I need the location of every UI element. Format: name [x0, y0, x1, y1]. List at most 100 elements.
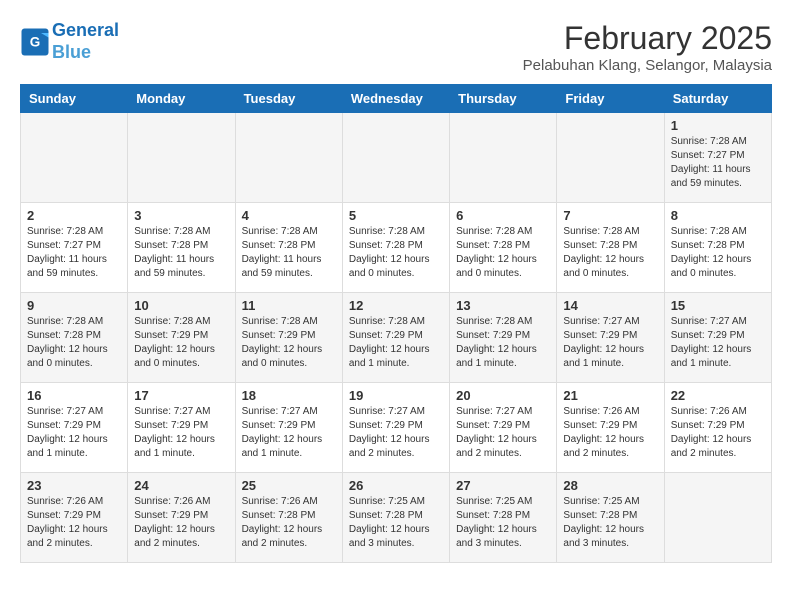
calendar-cell [342, 113, 449, 203]
calendar-cell: 16 Sunrise: 7:27 AM Sunset: 7:29 PM Dayli… [21, 383, 128, 473]
calendar-week-row: 23 Sunrise: 7:26 AM Sunset: 7:29 PM Dayli… [21, 473, 772, 563]
calendar-cell: 22Sunrise: 7:26 AM Sunset: 7:29 PM Dayli… [664, 383, 771, 473]
day-info: Sunrise: 7:28 AM Sunset: 7:28 PM Dayligh… [456, 225, 550, 281]
location-subtitle: Pelabuhan Klang, Selangor, Malaysia [523, 57, 772, 74]
day-number: 8 [671, 208, 765, 223]
day-number: 10 [134, 298, 228, 313]
calendar-cell: 13 Sunrise: 7:28 AM Sunset: 7:29 PM Dayli… [450, 293, 557, 383]
column-header-thursday: Thursday [450, 85, 557, 113]
calendar-cell: 23 Sunrise: 7:26 AM Sunset: 7:29 PM Dayli… [21, 473, 128, 563]
day-info: Sunrise: 7:28 AM Sunset: 7:27 PM Dayligh… [671, 135, 765, 191]
column-header-saturday: Saturday [664, 85, 771, 113]
day-info: Sunrise: 7:28 AM Sunset: 7:28 PM Dayligh… [242, 225, 336, 281]
calendar-cell: 17 Sunrise: 7:27 AM Sunset: 7:29 PM Dayli… [128, 383, 235, 473]
title-section: February 2025 Pelabuhan Klang, Selangor,… [523, 20, 772, 74]
day-number: 16 [27, 388, 121, 403]
day-info: Sunrise: 7:27 AM Sunset: 7:29 PM Dayligh… [671, 315, 765, 371]
day-info: Sunrise: 7:28 AM Sunset: 7:28 PM Dayligh… [671, 225, 765, 281]
logo-text: General Blue [52, 20, 119, 63]
day-number: 5 [349, 208, 443, 223]
day-info: Sunrise: 7:28 AM Sunset: 7:29 PM Dayligh… [456, 315, 550, 371]
day-info: Sunrise: 7:28 AM Sunset: 7:27 PM Dayligh… [27, 225, 121, 281]
day-number: 1 [671, 118, 765, 133]
logo-icon: G [20, 27, 50, 57]
day-info: Sunrise: 7:26 AM Sunset: 7:29 PM Dayligh… [563, 405, 657, 461]
day-number: 6 [456, 208, 550, 223]
calendar-cell [664, 473, 771, 563]
calendar-cell [235, 113, 342, 203]
day-info: Sunrise: 7:27 AM Sunset: 7:29 PM Dayligh… [242, 405, 336, 461]
day-info: Sunrise: 7:27 AM Sunset: 7:29 PM Dayligh… [27, 405, 121, 461]
calendar-cell: 20 Sunrise: 7:27 AM Sunset: 7:29 PM Dayli… [450, 383, 557, 473]
column-header-sunday: Sunday [21, 85, 128, 113]
calendar-cell: 11 Sunrise: 7:28 AM Sunset: 7:29 PM Dayli… [235, 293, 342, 383]
day-number: 7 [563, 208, 657, 223]
day-info: Sunrise: 7:26 AM Sunset: 7:29 PM Dayligh… [134, 495, 228, 551]
day-number: 20 [456, 388, 550, 403]
page-header: G General Blue February 2025 Pelabuhan K… [20, 20, 772, 74]
calendar-cell: 1 Sunrise: 7:28 AM Sunset: 7:27 PM Daylig… [664, 113, 771, 203]
day-number: 27 [456, 478, 550, 493]
day-number: 3 [134, 208, 228, 223]
day-info: Sunrise: 7:26 AM Sunset: 7:29 PM Dayligh… [671, 405, 765, 461]
day-number: 14 [563, 298, 657, 313]
day-info: Sunrise: 7:25 AM Sunset: 7:28 PM Dayligh… [349, 495, 443, 551]
day-number: 11 [242, 298, 336, 313]
calendar-cell: 9 Sunrise: 7:28 AM Sunset: 7:28 PM Daylig… [21, 293, 128, 383]
logo: G General Blue [20, 20, 119, 63]
column-header-wednesday: Wednesday [342, 85, 449, 113]
day-number: 18 [242, 388, 336, 403]
calendar-table: SundayMondayTuesdayWednesdayThursdayFrid… [20, 84, 772, 563]
day-number: 2 [27, 208, 121, 223]
day-info: Sunrise: 7:27 AM Sunset: 7:29 PM Dayligh… [134, 405, 228, 461]
day-info: Sunrise: 7:28 AM Sunset: 7:28 PM Dayligh… [134, 225, 228, 281]
calendar-week-row: 16 Sunrise: 7:27 AM Sunset: 7:29 PM Dayli… [21, 383, 772, 473]
calendar-cell: 25 Sunrise: 7:26 AM Sunset: 7:28 PM Dayli… [235, 473, 342, 563]
column-header-friday: Friday [557, 85, 664, 113]
day-info: Sunrise: 7:28 AM Sunset: 7:28 PM Dayligh… [27, 315, 121, 371]
day-number: 9 [27, 298, 121, 313]
day-number: 21 [563, 388, 657, 403]
day-info: Sunrise: 7:27 AM Sunset: 7:29 PM Dayligh… [563, 315, 657, 371]
calendar-week-row: 2 Sunrise: 7:28 AM Sunset: 7:27 PM Daylig… [21, 203, 772, 293]
column-header-monday: Monday [128, 85, 235, 113]
calendar-cell [128, 113, 235, 203]
day-info: Sunrise: 7:26 AM Sunset: 7:28 PM Dayligh… [242, 495, 336, 551]
calendar-cell [557, 113, 664, 203]
calendar-week-row: 1 Sunrise: 7:28 AM Sunset: 7:27 PM Daylig… [21, 113, 772, 203]
calendar-header-row: SundayMondayTuesdayWednesdayThursdayFrid… [21, 85, 772, 113]
day-info: Sunrise: 7:28 AM Sunset: 7:29 PM Dayligh… [242, 315, 336, 371]
calendar-cell: 6 Sunrise: 7:28 AM Sunset: 7:28 PM Daylig… [450, 203, 557, 293]
day-info: Sunrise: 7:27 AM Sunset: 7:29 PM Dayligh… [349, 405, 443, 461]
day-number: 15 [671, 298, 765, 313]
day-info: Sunrise: 7:28 AM Sunset: 7:28 PM Dayligh… [349, 225, 443, 281]
calendar-cell: 15 Sunrise: 7:27 AM Sunset: 7:29 PM Dayli… [664, 293, 771, 383]
day-info: Sunrise: 7:28 AM Sunset: 7:28 PM Dayligh… [563, 225, 657, 281]
day-info: Sunrise: 7:26 AM Sunset: 7:29 PM Dayligh… [27, 495, 121, 551]
calendar-cell: 18 Sunrise: 7:27 AM Sunset: 7:29 PM Dayli… [235, 383, 342, 473]
calendar-cell [450, 113, 557, 203]
calendar-cell: 19 Sunrise: 7:27 AM Sunset: 7:29 PM Dayli… [342, 383, 449, 473]
day-number: 23 [27, 478, 121, 493]
calendar-cell [21, 113, 128, 203]
calendar-cell: 10 Sunrise: 7:28 AM Sunset: 7:29 PM Dayli… [128, 293, 235, 383]
calendar-cell: 3 Sunrise: 7:28 AM Sunset: 7:28 PM Daylig… [128, 203, 235, 293]
calendar-cell: 26Sunrise: 7:25 AM Sunset: 7:28 PM Dayli… [342, 473, 449, 563]
column-header-tuesday: Tuesday [235, 85, 342, 113]
day-info: Sunrise: 7:27 AM Sunset: 7:29 PM Dayligh… [456, 405, 550, 461]
day-number: 19 [349, 388, 443, 403]
day-number: 12 [349, 298, 443, 313]
day-info: Sunrise: 7:28 AM Sunset: 7:29 PM Dayligh… [349, 315, 443, 371]
day-info: Sunrise: 7:28 AM Sunset: 7:29 PM Dayligh… [134, 315, 228, 371]
day-number: 17 [134, 388, 228, 403]
calendar-cell: 27Sunrise: 7:25 AM Sunset: 7:28 PM Dayli… [450, 473, 557, 563]
calendar-cell: 28Sunrise: 7:25 AM Sunset: 7:28 PM Dayli… [557, 473, 664, 563]
calendar-cell: 24 Sunrise: 7:26 AM Sunset: 7:29 PM Dayli… [128, 473, 235, 563]
day-number: 13 [456, 298, 550, 313]
day-number: 24 [134, 478, 228, 493]
svg-text:G: G [30, 34, 41, 49]
day-info: Sunrise: 7:25 AM Sunset: 7:28 PM Dayligh… [563, 495, 657, 551]
calendar-cell: 12 Sunrise: 7:28 AM Sunset: 7:29 PM Dayli… [342, 293, 449, 383]
day-number: 25 [242, 478, 336, 493]
calendar-cell: 5 Sunrise: 7:28 AM Sunset: 7:28 PM Daylig… [342, 203, 449, 293]
